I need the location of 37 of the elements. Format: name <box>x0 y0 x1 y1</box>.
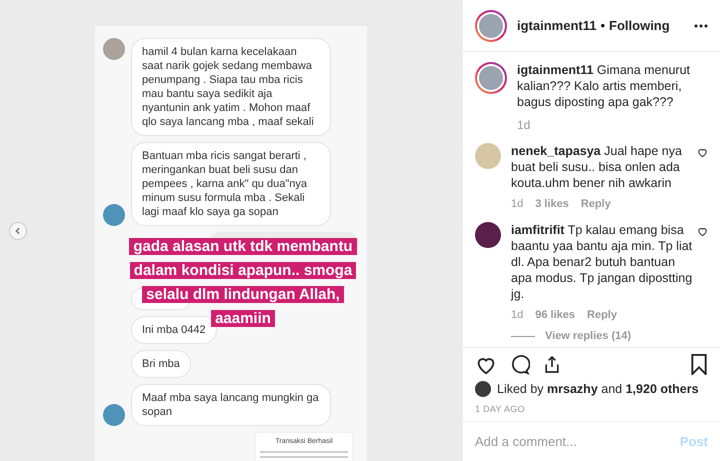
profile-avatar[interactable] <box>475 62 507 94</box>
post-author[interactable]: igtainment11 <box>517 16 596 36</box>
comment-text: nenek_tapasya Jual hape nya buat beli susu.. bisa onlen ada kouta.uhm bener nih awkarin <box>511 143 683 191</box>
like-heart-icon[interactable] <box>697 226 708 236</box>
chat-bubble: Ini mba 0442 <box>131 316 217 344</box>
chat-bubble: Bantuan mba ricis sangat berarti , meringankan buat beli susu dan pempees , karna ank" qu dua"nya minum susu formula mba . Sekali lagi maaf klo saya ga sopan <box>131 142 331 226</box>
previous-arrow-button[interactable] <box>9 222 27 240</box>
like-heart-icon[interactable] <box>697 147 708 158</box>
comment-time: 1d <box>511 308 524 322</box>
post-date: 1 DAY AGO <box>475 402 526 416</box>
likes-count[interactable]: 3 likes <box>535 196 569 212</box>
chat-bubble: Maaf mba saya lancang mungkin ga sopan <box>131 384 331 426</box>
view-replies-link[interactable]: View replies (14) <box>545 328 632 344</box>
separator-dot: • <box>600 16 606 35</box>
chat-bubble: hamil 4 bulan karna kecelakaan saat narik gojek sedang membawa penumpang . Siapa tau mba ricis mau bantu saya sedikit aja nyantunin ank yatim . Mohon maaf qlo saya lancang mba , maaf sekali <box>131 38 331 136</box>
post-button[interactable]: Post <box>680 432 708 452</box>
chat-bubble: Bri mba <box>131 350 191 378</box>
reply-link[interactable]: Reply <box>580 196 611 212</box>
likes-summary: Liked by mrsazhy and 1,920 others <box>497 380 699 398</box>
sender-avatar <box>103 38 125 60</box>
comment-bubble-icon[interactable] <box>509 354 530 376</box>
more-options-icon[interactable] <box>694 24 708 28</box>
chevron-left-icon <box>14 227 22 235</box>
following-button[interactable]: Following <box>609 16 670 36</box>
comment-input-field[interactable]: Add a comment... <box>475 432 680 452</box>
caption-text: igtainment11 Gimana menurut kalian??? Kalo artis memberi, bagus diposting apa gak??? <box>517 62 692 110</box>
post-time: 1d <box>517 117 532 134</box>
comment-time: 1d <box>511 197 524 212</box>
likes-count[interactable]: 96 likes <box>535 306 576 323</box>
liker-avatar[interactable] <box>475 381 491 398</box>
reply-link[interactable]: Reply <box>587 306 617 323</box>
sender-avatar <box>103 404 125 426</box>
comment-text: iamfitrifit Tp kalau emang bisa baantu yaa bantu aja min. Tp liat dl. Apa benar2 butuh bantuan apa modus. Tp jangan dipostting jg. <box>511 222 693 302</box>
profile-avatar[interactable] <box>475 10 507 42</box>
bookmark-icon[interactable] <box>690 354 708 376</box>
commenter-avatar[interactable] <box>475 222 501 248</box>
sender-avatar <box>103 204 125 226</box>
